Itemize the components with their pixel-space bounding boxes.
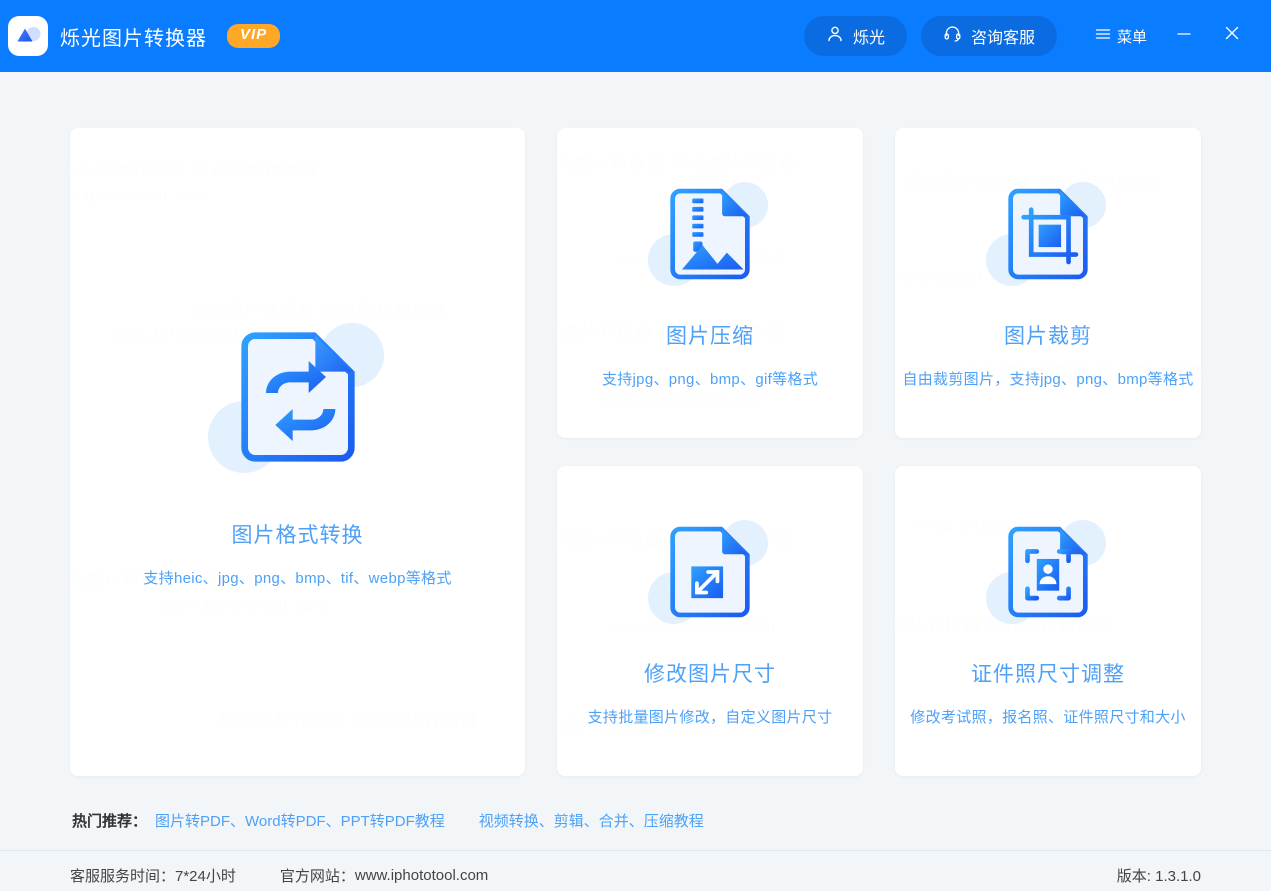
brand: 烁光图片转换器 VIP [8,16,280,56]
hot-link-pdf-tutorials[interactable]: 图片转PDF、Word转PDF、PPT转PDF教程 [155,810,445,831]
crop-document-icon [992,178,1104,290]
card-description: 支持批量图片修改，自定义图片尺寸 [588,706,833,727]
minimize-icon [1175,25,1193,47]
menu-button[interactable]: 菜单 [1087,16,1155,56]
card-description: 支持heic、jpg、png、bmp、tif、webp等格式 [143,567,451,588]
card-description: 支持jpg、png、bmp、gif等格式 [602,368,818,389]
icon-wrap [654,516,766,628]
feature-card-image-crop[interactable]: 烁光图片转换器 烁光图片转换器 www.iphototool.com 烁光图片转… [895,128,1201,438]
card-title: 图片裁剪 [1004,320,1092,350]
account-button[interactable]: 烁光 [804,16,907,56]
minimize-button[interactable] [1165,16,1203,56]
status-bar: 客服服务时间：7*24小时 官方网站： www.iphototool.com 版… [0,850,1271,891]
card-description: 修改考试照，报名照、证件照尺寸和大小 [910,706,1185,727]
resize-arrow-document-icon [654,516,766,628]
feature-card-grid: 烁光图片转换器 烁光图片转换器 www.iphototool.com 烁光图片转… [70,128,1201,776]
feature-card-image-resize[interactable]: 烁光图片转换器 烁光图片转换器 www.iphototool.com 烁光图片转… [557,466,863,776]
card-title: 修改图片尺寸 [644,658,776,688]
mountain-photo-icon [15,21,41,52]
convert-arrows-document-icon [218,317,378,477]
icon-wrap [992,178,1104,290]
vip-badge: VIP [227,24,280,48]
support-label: 咨询客服 [971,24,1035,48]
menu-label: 菜单 [1117,26,1147,47]
headset-icon [943,24,962,48]
main-content: 烁光图片转换器 烁光图片转换器 www.iphototool.com 烁光图片转… [0,72,1271,850]
card-inner: 修改图片尺寸 支持批量图片修改，自定义图片尺寸 [588,516,833,727]
official-site-url[interactable]: www.iphototool.com [355,867,488,884]
title-bar: 烁光图片转换器 VIP 烁光 [0,0,1271,72]
user-icon [826,25,844,48]
card-title: 图片压缩 [666,320,754,350]
hot-link-video-tutorials[interactable]: 视频转换、剪辑、合并、压缩教程 [479,810,704,831]
card-inner: 证件照尺寸调整 修改考试照，报名照、证件照尺寸和大小 [910,516,1185,727]
icon-wrap [992,516,1104,628]
official-site-label: 官方网站： [280,865,355,886]
support-button[interactable]: 咨询客服 [921,16,1057,56]
close-icon [1223,24,1241,48]
hot-recommendations-label: 热门推荐： [72,810,147,831]
close-button[interactable] [1213,16,1251,56]
card-title: 图片格式转换 [232,519,364,549]
icon-wrap [654,178,766,290]
card-title: 证件照尺寸调整 [971,658,1125,688]
version-label: 版本: 1.3.1.0 [1117,865,1201,886]
hot-recommendations-bar: 热门推荐： 图片转PDF、Word转PDF、PPT转PDF教程 视频转换、剪辑、… [70,790,1201,850]
id-photo-document-icon [992,516,1104,628]
card-inner: 图片压缩 支持jpg、png、bmp、gif等格式 [602,178,818,389]
app-logo [8,16,48,56]
card-description: 自由裁剪图片，支持jpg、png、bmp等格式 [902,368,1193,389]
titlebar-actions: 烁光 咨询客服 [804,16,1251,56]
feature-card-id-photo-resize[interactable]: www.iphototool.com 烁光图片转换器 烁光图片转换器 www.i… [895,466,1201,776]
app-window: 烁光图片转换器 VIP 烁光 [0,0,1271,891]
app-title: 烁光图片转换器 [60,22,207,51]
card-inner: 图片裁剪 自由裁剪图片，支持jpg、png、bmp等格式 [902,178,1193,389]
hamburger-icon [1095,27,1111,45]
feature-card-image-format-convert[interactable]: 烁光图片转换器 烁光图片转换器 www.iphototool.com 烁光图片转… [70,128,525,776]
card-inner: 图片格式转换 支持heic、jpg、png、bmp、tif、webp等格式 [143,317,451,588]
feature-card-image-compress[interactable]: 烁光图片转换器 烁光图片转换器 www.iphototool.com 烁光图片转… [557,128,863,438]
icon-wrap [218,317,378,477]
service-hours: 客服服务时间：7*24小时 [70,865,236,886]
account-label: 烁光 [853,24,885,48]
compress-zip-photo-document-icon [654,178,766,290]
